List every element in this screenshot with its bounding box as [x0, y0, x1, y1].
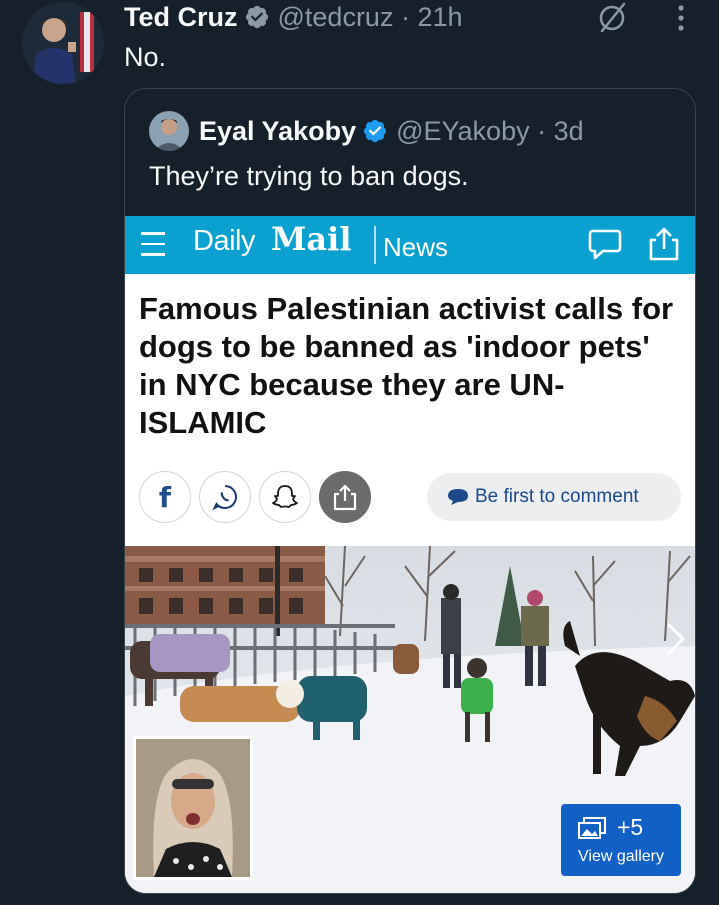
- comment-cta-label: Be first to comment: [475, 486, 639, 507]
- article-headline: Famous Palestinian activist calls for do…: [139, 291, 674, 440]
- brand-mail: Mail: [271, 220, 352, 258]
- whatsapp-share-button: [199, 471, 251, 523]
- snapchat-share-button: [259, 471, 311, 523]
- snapchat-icon: [272, 485, 298, 508]
- share-icon: [333, 484, 357, 511]
- dailymail-header-bar: Daily Mail News: [125, 216, 695, 274]
- verified-badge-icon: [364, 119, 387, 143]
- chevron-right-icon: [667, 623, 685, 655]
- activist-inset-photo: [133, 736, 253, 880]
- section-label: News: [383, 232, 449, 262]
- quoted-author-name[interactable]: Eyal Yakoby: [199, 116, 356, 147]
- tweet-header: Ted Cruz @tedcruz · 21h: [124, 0, 463, 34]
- article-photo: +5 View gallery: [125, 546, 695, 893]
- grok-icon[interactable]: [594, 1, 630, 33]
- verified-badge-icon: [245, 5, 268, 29]
- facebook-icon: f: [158, 480, 172, 514]
- brand-daily: Daily: [193, 225, 255, 257]
- whatsapp-icon: [212, 485, 237, 511]
- hamburger-icon: [141, 232, 165, 258]
- quoted-tweet-text: They’re trying to ban dogs.: [149, 161, 469, 191]
- more-icon[interactable]: [676, 4, 686, 32]
- comment-icon: [588, 229, 622, 260]
- quoted-tweet-card[interactable]: Eyal Yakoby @EYakoby · 3d They’re trying…: [124, 88, 696, 894]
- comment-bubble-icon: [448, 489, 468, 505]
- gallery-label: View gallery: [578, 848, 664, 865]
- gallery-icon: [578, 817, 606, 839]
- social-share-row: f: [139, 470, 379, 524]
- comment-cta-button: Be first to comment: [427, 473, 681, 521]
- quoted-author-handle-time[interactable]: @EYakoby · 3d: [396, 116, 584, 147]
- quoted-author-avatar[interactable]: [149, 111, 189, 151]
- author-handle-time[interactable]: @tedcruz · 21h: [278, 2, 463, 33]
- view-gallery-button: +5 View gallery: [561, 804, 681, 876]
- author-avatar[interactable]: [22, 2, 104, 84]
- article-screenshot[interactable]: Daily Mail News Famous Palestinian activ…: [125, 216, 695, 893]
- gallery-count: +5: [617, 814, 644, 840]
- tweet-text: No.: [124, 42, 167, 72]
- share-icon: [649, 227, 679, 261]
- author-name[interactable]: Ted Cruz: [124, 2, 238, 33]
- quoted-tweet-header: Eyal Yakoby @EYakoby · 3d: [199, 113, 584, 149]
- brand-divider: [374, 226, 376, 264]
- facebook-share-button: f: [139, 471, 191, 523]
- share-button: [319, 471, 371, 523]
